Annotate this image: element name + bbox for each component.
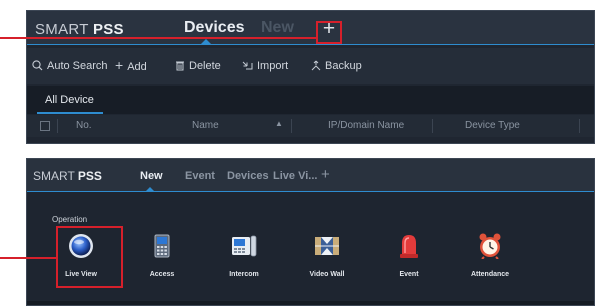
intercom-icon bbox=[204, 231, 284, 261]
app-attendance[interactable]: Attendance bbox=[450, 231, 530, 281]
auto-search-button[interactable]: Auto Search bbox=[32, 60, 108, 72]
operation-section-title: Operation bbox=[52, 215, 88, 224]
intercom-label: Intercom bbox=[229, 271, 259, 278]
event-label: Event bbox=[399, 271, 419, 278]
device-list-tabs: All Device bbox=[27, 86, 594, 114]
import-button[interactable]: Import bbox=[242, 60, 288, 72]
tab-all-device[interactable]: All Device bbox=[31, 86, 103, 114]
app-logo: SMART PSS bbox=[33, 169, 102, 183]
access-label: Access bbox=[149, 271, 175, 278]
access-icon bbox=[122, 231, 202, 261]
app-intercom[interactable]: Intercom bbox=[204, 231, 284, 281]
device-toolbar: Auto Search + Add Delete Import Backup bbox=[27, 48, 594, 84]
column-name[interactable]: Name bbox=[192, 120, 219, 131]
column-divider bbox=[57, 119, 58, 133]
column-device-type[interactable]: Device Type bbox=[465, 120, 520, 131]
app-logo: SMART PSS bbox=[35, 21, 124, 38]
app-video-wall[interactable]: Video Wall bbox=[287, 231, 367, 281]
devices-window: SMART PSS Devices New + Auto Search + Add… bbox=[26, 10, 595, 144]
backup-label: Backup bbox=[325, 60, 362, 72]
callout-line-add-tab bbox=[0, 37, 318, 39]
event-icon bbox=[369, 231, 449, 261]
select-all-checkbox[interactable] bbox=[40, 121, 50, 131]
highlight-add-tab bbox=[316, 21, 342, 44]
column-divider bbox=[291, 119, 292, 133]
highlight-live-view bbox=[56, 226, 123, 288]
column-no[interactable]: No. bbox=[76, 120, 92, 131]
app-event[interactable]: Event bbox=[369, 231, 449, 281]
plus-icon: + bbox=[115, 57, 124, 73]
delete-label: Delete bbox=[189, 60, 221, 72]
all-device-label: All Device bbox=[45, 94, 94, 106]
active-tab-indicator bbox=[146, 187, 154, 191]
add-label: Add bbox=[127, 61, 147, 73]
video-wall-label: Video Wall bbox=[309, 271, 345, 278]
add-tab-button[interactable]: + bbox=[321, 166, 330, 183]
tab-devices[interactable]: Devices bbox=[184, 19, 245, 37]
delete-button[interactable]: Delete bbox=[175, 60, 221, 72]
device-table-header: No. Name ▲ IP/Domain Name Device Type bbox=[27, 115, 594, 137]
column-ip-domain[interactable]: IP/Domain Name bbox=[328, 120, 404, 131]
import-label: Import bbox=[257, 60, 289, 72]
import-icon bbox=[242, 60, 253, 72]
tab-new[interactable]: New bbox=[261, 19, 294, 37]
trash-icon bbox=[175, 60, 185, 72]
column-divider bbox=[579, 119, 580, 133]
status-strip bbox=[27, 301, 594, 305]
callout-line-live-view bbox=[0, 257, 57, 259]
tab-devices[interactable]: Devices bbox=[227, 170, 269, 182]
backup-button[interactable]: Backup bbox=[310, 60, 362, 72]
title-bar: SMART PSS New Event Devices Live Vi... + bbox=[27, 159, 594, 192]
video-wall-icon bbox=[287, 231, 367, 261]
backup-icon bbox=[310, 60, 321, 72]
sort-ascending-icon[interactable]: ▲ bbox=[275, 119, 283, 128]
attendance-icon bbox=[450, 231, 530, 261]
column-divider bbox=[432, 119, 433, 133]
search-icon bbox=[32, 60, 43, 72]
tab-new[interactable]: New bbox=[140, 170, 163, 182]
title-bar: SMART PSS Devices New + bbox=[27, 11, 594, 45]
tab-event[interactable]: Event bbox=[185, 170, 215, 182]
app-access[interactable]: Access bbox=[122, 231, 202, 281]
active-tab-indicator bbox=[201, 39, 211, 44]
attendance-label: Attendance bbox=[470, 271, 510, 278]
auto-search-label: Auto Search bbox=[47, 60, 108, 72]
add-device-button[interactable]: + Add bbox=[115, 57, 147, 73]
tab-live-view[interactable]: Live Vi... bbox=[273, 170, 317, 182]
